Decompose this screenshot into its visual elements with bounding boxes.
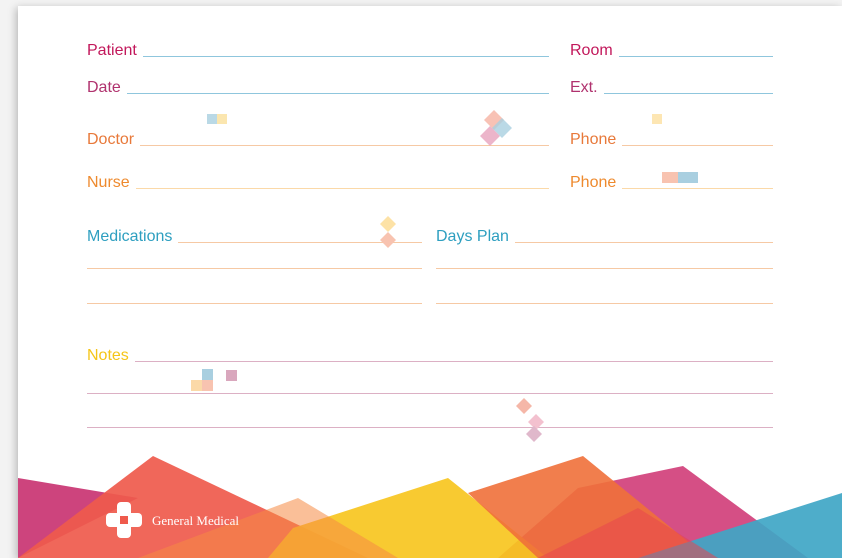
days-plan-line-2[interactable] <box>436 268 773 269</box>
date-field[interactable]: Date <box>87 77 549 97</box>
nurse-label: Nurse <box>87 174 130 191</box>
days-plan-line-3[interactable] <box>436 303 773 304</box>
ext-field[interactable]: Ext. <box>570 77 773 97</box>
medical-cross-logo <box>106 502 142 538</box>
diamond-shape <box>516 398 532 414</box>
patient-line <box>142 56 549 57</box>
mountain-banner <box>18 456 842 558</box>
notes-label: Notes <box>87 347 129 364</box>
medications-label: Medications <box>87 228 173 245</box>
confetti-square <box>678 172 698 183</box>
patient-label: Patient <box>87 42 137 59</box>
nurse-phone-line <box>622 188 773 189</box>
medications-line-2[interactable] <box>87 268 422 269</box>
confetti-square <box>191 380 202 391</box>
confetti-square <box>202 380 213 391</box>
nurse-phone-label: Phone <box>570 174 617 191</box>
doctor-field[interactable]: Doctor <box>87 129 549 149</box>
room-field[interactable]: Room <box>570 40 773 60</box>
nurse-field[interactable]: Nurse <box>87 172 549 192</box>
room-label: Room <box>570 42 613 59</box>
confetti-square <box>217 114 227 124</box>
confetti-square <box>652 114 662 124</box>
confetti-square <box>202 369 213 380</box>
date-line <box>126 93 549 94</box>
medications-line <box>178 242 422 243</box>
doctor-label: Doctor <box>87 131 135 148</box>
notes-field[interactable]: Notes <box>87 345 773 365</box>
doctor-phone-line <box>622 145 773 146</box>
patient-form-card: Patient Room Date Ext. Doctor Phone Nurs… <box>18 6 842 558</box>
medications-field[interactable]: Medications <box>87 226 422 246</box>
nurse-line <box>135 188 549 189</box>
doctor-phone-field[interactable]: Phone <box>570 129 773 149</box>
brand-name: General Medical <box>152 513 239 528</box>
confetti-square <box>662 172 678 183</box>
notes-line <box>134 361 773 362</box>
confetti-square <box>226 370 237 381</box>
notes-line-3[interactable] <box>87 427 773 428</box>
ext-label: Ext. <box>570 79 598 96</box>
notes-line-2[interactable] <box>87 393 773 394</box>
doctor-line <box>140 145 549 146</box>
patient-field[interactable]: Patient <box>87 40 549 60</box>
doctor-phone-label: Phone <box>570 131 617 148</box>
days-plan-field[interactable]: Days Plan <box>436 226 773 246</box>
days-plan-line <box>514 242 773 243</box>
confetti-square <box>207 114 217 124</box>
date-label: Date <box>87 79 121 96</box>
days-plan-label: Days Plan <box>436 228 509 245</box>
ext-line <box>603 93 773 94</box>
room-line <box>618 56 773 57</box>
medications-line-3[interactable] <box>87 303 422 304</box>
diamond-shape <box>484 110 504 130</box>
